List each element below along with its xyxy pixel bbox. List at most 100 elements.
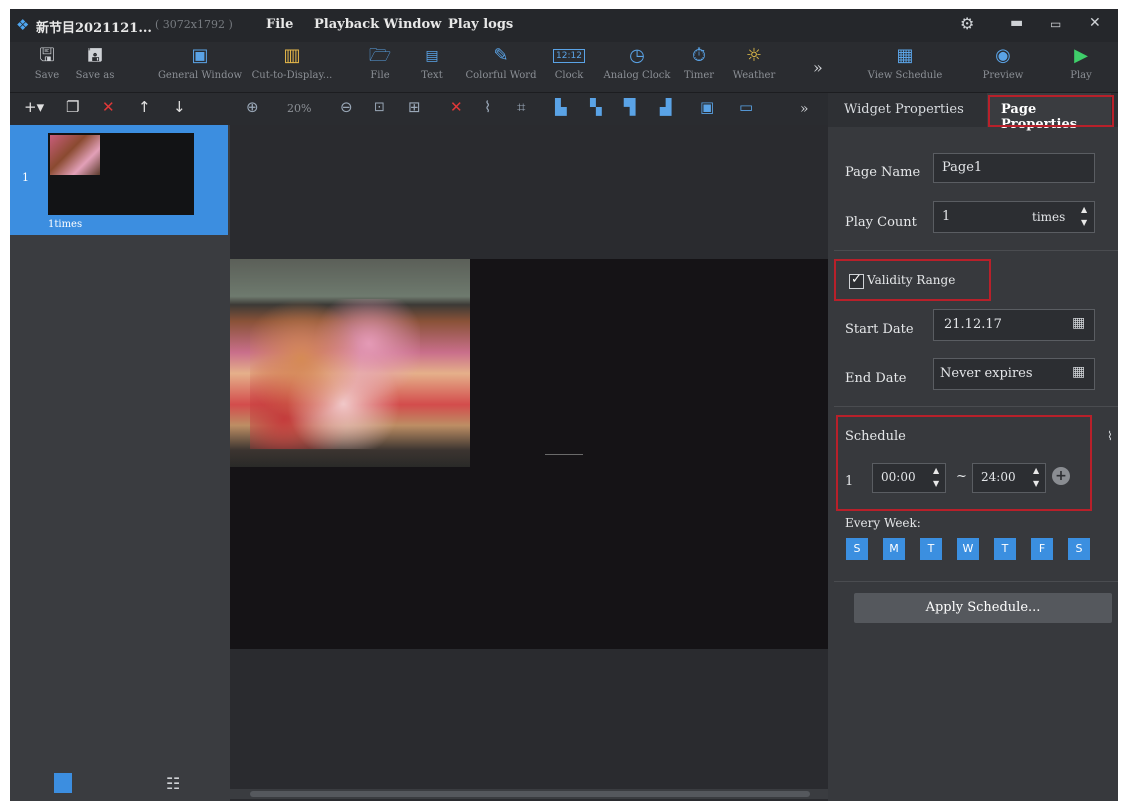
- minimize-icon[interactable]: ▬: [1010, 15, 1023, 31]
- align-bottom-icon[interactable]: ▟: [660, 98, 672, 116]
- title-bar: ❖ 新节目2021121... ( 3072x1792 ) File Playb…: [10, 9, 1118, 42]
- align-right-icon[interactable]: ▜: [624, 98, 636, 116]
- delete-page-icon[interactable]: ✕: [102, 98, 115, 116]
- tab-widget-properties[interactable]: Widget Properties: [844, 102, 964, 117]
- play-count-down-icon[interactable]: ▼: [1081, 219, 1087, 227]
- text-label: Text: [421, 70, 443, 81]
- start-date-input[interactable]: 21.12.17 ▦: [933, 309, 1095, 341]
- colorful-word-label: Colorful Word: [465, 70, 537, 81]
- apply-schedule-button[interactable]: Apply Schedule...: [854, 593, 1112, 623]
- move-up-icon[interactable]: ↑: [138, 98, 151, 116]
- save-as-label: Save as: [75, 70, 115, 81]
- general-window-button[interactable]: ▣ General Window: [155, 44, 245, 81]
- schedule-clear-icon[interactable]: ⌇: [1107, 429, 1113, 443]
- save-as-button[interactable]: 🖪 Save as: [75, 44, 115, 81]
- horizontal-scrollbar[interactable]: [230, 789, 828, 799]
- scrollbar-thumb[interactable]: [250, 791, 810, 797]
- save-label: Save: [34, 70, 60, 81]
- program-canvas[interactable]: [230, 259, 828, 649]
- app-logo-icon: ❖: [16, 16, 30, 34]
- zoom-level: 20%: [287, 102, 312, 115]
- app-title: 新节目2021121...: [36, 21, 152, 36]
- save-as-icon: 🖪: [87, 45, 103, 66]
- add-page-icon[interactable]: +▾: [24, 98, 44, 116]
- thumbnail-view-icon[interactable]: [54, 773, 72, 793]
- save-button[interactable]: 🖫 Save: [32, 44, 62, 81]
- copy-page-icon[interactable]: ❐: [66, 98, 79, 116]
- subtoolbar-more-button[interactable]: »: [800, 101, 809, 117]
- play-count-unit: times: [1032, 210, 1066, 224]
- file-button[interactable]: 🗁 File: [366, 44, 394, 81]
- window-icon: ▣: [191, 45, 209, 66]
- align-left-icon[interactable]: ▙: [555, 98, 567, 116]
- menu-file[interactable]: File: [266, 17, 293, 32]
- text-button[interactable]: ▤ Text: [418, 44, 446, 81]
- day-saturday[interactable]: S: [1068, 538, 1090, 560]
- day-tuesday[interactable]: T: [920, 538, 942, 560]
- start-date-value: 21.12.17: [944, 317, 1002, 332]
- play-count-input[interactable]: 1 times ▲ ▼: [933, 201, 1095, 233]
- timer-label: Timer: [683, 70, 715, 81]
- menu-playback-window[interactable]: Playback Window: [314, 17, 441, 32]
- close-icon[interactable]: ✕: [1089, 15, 1101, 31]
- validity-range-highlight: [834, 259, 991, 301]
- analog-clock-label: Analog Clock: [603, 70, 671, 81]
- apply-schedule-label: Apply Schedule...: [925, 600, 1041, 615]
- cut-icon: ▥: [283, 45, 301, 66]
- toolbar-more-button[interactable]: »: [813, 58, 823, 77]
- clear-icon[interactable]: ⌇: [484, 98, 491, 116]
- align-top-icon[interactable]: ▚: [590, 98, 602, 116]
- start-date-label: Start Date: [845, 322, 914, 337]
- page-index: 1: [22, 171, 29, 184]
- day-thursday[interactable]: T: [994, 538, 1016, 560]
- thumbnail-image: [50, 135, 100, 175]
- play-count-up-icon[interactable]: ▲: [1081, 206, 1087, 214]
- section-divider: [834, 250, 1118, 251]
- settings-gear-icon[interactable]: ⚙: [960, 14, 974, 33]
- day-sunday[interactable]: S: [846, 538, 868, 560]
- maximize-icon[interactable]: ▭: [1050, 17, 1061, 31]
- day-wednesday[interactable]: W: [957, 538, 979, 560]
- preview-button[interactable]: ◉ Preview: [978, 44, 1028, 81]
- save-icon: 🖫: [39, 45, 55, 66]
- fit-window-icon[interactable]: ⊞: [408, 98, 421, 116]
- file-label: File: [370, 70, 390, 81]
- delete-widget-icon[interactable]: ✕: [450, 98, 463, 116]
- image-widget[interactable]: [230, 259, 470, 467]
- view-schedule-button[interactable]: ▦ View Schedule: [862, 44, 948, 81]
- start-date-calendar-icon[interactable]: ▦: [1072, 315, 1085, 331]
- main-toolbar: 🖫 Save 🖪 Save as ▣ General Window ▥ Cut-…: [10, 42, 1118, 93]
- weather-icon: ☼: [745, 45, 763, 66]
- weather-button[interactable]: ☼ Weather: [726, 44, 782, 81]
- eye-icon: ◉: [995, 45, 1011, 66]
- distribute-icon[interactable]: ▭: [739, 98, 753, 116]
- timer-icon: ⏱: [691, 45, 707, 66]
- weekday-selector: S M T W T F S: [846, 538, 1096, 560]
- folder-icon: 🗁: [368, 45, 392, 66]
- day-friday[interactable]: F: [1031, 538, 1053, 560]
- analog-clock-button[interactable]: ◷ Analog Clock: [598, 44, 676, 81]
- list-view-icon[interactable]: ☷: [166, 774, 180, 793]
- actual-size-icon[interactable]: ⊡: [374, 100, 385, 115]
- day-monday[interactable]: M: [883, 538, 905, 560]
- clock-glyph-text: 12:12: [553, 49, 585, 63]
- colorful-word-button[interactable]: ✎ Colorful Word: [460, 44, 542, 81]
- page-name-input[interactable]: Page1: [933, 153, 1095, 183]
- zoom-in-icon[interactable]: ⊕: [246, 98, 259, 116]
- fill-icon[interactable]: ▣: [700, 98, 714, 116]
- menu-play-logs[interactable]: Play logs: [448, 17, 513, 32]
- play-button[interactable]: ▶ Play: [1065, 44, 1097, 81]
- digital-clock-icon: 12:12: [552, 44, 586, 68]
- page-list-item[interactable]: 1 1times: [10, 125, 228, 235]
- page-thumbnail: [48, 133, 194, 215]
- page-caption: 1times: [48, 219, 83, 230]
- timer-button[interactable]: ⏱ Timer: [682, 44, 716, 81]
- zoom-out-icon[interactable]: ⊖: [340, 98, 353, 116]
- end-date-calendar-icon[interactable]: ▦: [1072, 364, 1085, 380]
- clock-button[interactable]: 12:12 Clock: [552, 44, 586, 81]
- cut-to-display-button[interactable]: ▥ Cut-to-Display...: [248, 44, 336, 81]
- crop-icon[interactable]: ⌗: [517, 98, 525, 116]
- move-down-icon[interactable]: ↓: [173, 98, 186, 116]
- end-date-input[interactable]: Never expires ▦: [933, 358, 1095, 390]
- play-count-value: 1: [942, 209, 951, 224]
